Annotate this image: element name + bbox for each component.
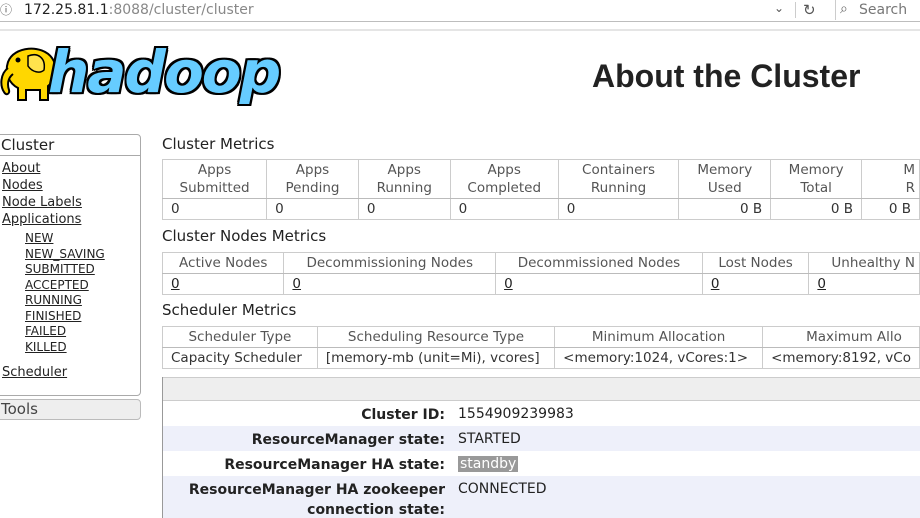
column-header[interactable]: Apps Submitted: [161, 159, 268, 199]
metric-value: 0: [701, 273, 810, 295]
sidebar-item-app-failed[interactable]: FAILED: [25, 324, 140, 340]
browser-toolbar: ⓘ 172.25.81.1:8088/cluster/cluster ⌄ ↻ ⌕…: [0, 0, 920, 22]
lost-nodes-link[interactable]: 0: [711, 276, 720, 292]
ha-state-highlight: standby: [458, 456, 519, 472]
cluster-info-panel: Cluster ID: 1554909239983 ResourceManage…: [162, 377, 920, 518]
metric-value: 0: [161, 273, 285, 295]
info-key: Cluster ID:: [361, 407, 445, 423]
info-key: ResourceManager HA state:: [224, 457, 445, 473]
sidebar-item-app-killed[interactable]: KILLED: [25, 340, 140, 356]
scheduler-metrics-table: Scheduler Type Scheduling Resource Type …: [162, 326, 920, 369]
column-header[interactable]: Lost Nodes: [701, 252, 810, 274]
table-header-row: Active Nodes Decommissioning Nodes Decom…: [161, 252, 920, 274]
sidebar-item-app-new-saving[interactable]: NEW_SAVING: [25, 247, 140, 263]
info-value: CONNECTED: [458, 481, 547, 497]
info-key: ResourceManager HA zookeeper connection …: [188, 482, 445, 518]
chevron-down-icon[interactable]: ⌄: [774, 1, 788, 19]
info-value: STARTED: [458, 431, 521, 447]
column-header[interactable]: Apps Pending: [266, 159, 359, 199]
column-header[interactable]: Decommissioned Nodes: [495, 252, 703, 274]
sidebar-item-app-running[interactable]: RUNNING: [25, 293, 140, 309]
column-header[interactable]: Minimum Allocation: [554, 326, 764, 348]
column-header[interactable]: Memory Used: [678, 159, 772, 199]
sidebar-item-applications[interactable]: Applications: [2, 211, 140, 228]
info-panel-header: [163, 377, 920, 401]
sidebar-item-node-labels[interactable]: Node Labels: [2, 194, 140, 211]
search-box[interactable]: ⌕ Search: [835, 0, 920, 20]
reload-icon[interactable]: ↻: [803, 1, 816, 19]
info-value: 1554909239983: [458, 406, 574, 422]
active-nodes-link[interactable]: 0: [171, 276, 180, 292]
header-divider: [0, 29, 920, 31]
decommissioned-nodes-link[interactable]: 0: [504, 276, 513, 292]
table-header-row: Scheduler Type Scheduling Resource Type …: [162, 326, 920, 348]
decommissioning-nodes-link[interactable]: 0: [292, 276, 301, 292]
info-value: standby: [458, 451, 519, 476]
logo-wordmark: hadoop: [48, 38, 281, 106]
page-title: About the Cluster: [592, 58, 861, 94]
column-header[interactable]: Maximum Allo: [762, 326, 920, 348]
column-header[interactable]: Scheduler Type: [162, 326, 318, 348]
column-header[interactable]: Apps Running: [357, 159, 451, 199]
unhealthy-nodes-link[interactable]: 0: [817, 276, 826, 292]
sidebar-item-app-finished[interactable]: FINISHED: [25, 309, 140, 325]
table-header-row: Apps Submitted Apps Pending Apps Running Ap…: [161, 159, 920, 199]
sidebar-item-app-submitted[interactable]: SUBMITTED: [25, 262, 140, 278]
sidebar-item-app-new[interactable]: NEW: [25, 231, 140, 247]
column-header[interactable]: Active Nodes: [161, 252, 285, 274]
cluster-metrics-title: Cluster Metrics: [162, 135, 275, 153]
table-row: 0 0 0 0 0: [161, 273, 920, 295]
info-row-rm-ha-state: ResourceManager HA state: standby: [163, 451, 920, 476]
metric-value: 0: [495, 273, 703, 295]
metric-value: 0: [283, 273, 497, 295]
column-header[interactable]: Scheduling Resource Type: [316, 326, 556, 348]
sidebar-item-scheduler[interactable]: Scheduler: [2, 365, 67, 380]
metric-value: 0: [357, 198, 451, 220]
sidebar-heading-tools[interactable]: Tools: [0, 399, 141, 420]
metric-value: 0 B: [770, 198, 863, 220]
search-placeholder: Search: [859, 2, 908, 18]
metric-value: 0: [808, 273, 920, 295]
sidebar-item-about[interactable]: About: [2, 160, 140, 177]
divider: [795, 2, 796, 18]
metric-value: 0 B: [678, 198, 772, 220]
url-field[interactable]: 172.25.81.1:8088/cluster/cluster: [24, 2, 254, 18]
sidebar-item-nodes[interactable]: Nodes: [2, 177, 140, 194]
sidebar-item-app-accepted[interactable]: ACCEPTED: [25, 278, 140, 294]
metric-value: 0: [266, 198, 359, 220]
sidebar-cluster: Cluster About Nodes Node Labels Applicat…: [0, 134, 141, 396]
metric-value: 0: [449, 198, 559, 220]
cluster-nodes-metrics-table: Active Nodes Decommissioning Nodes Decom…: [161, 252, 920, 295]
metric-value: 0: [557, 198, 680, 220]
column-header[interactable]: Containers Running: [557, 159, 680, 199]
info-row-rm-zk-state: ResourceManager HA zookeeper connection …: [163, 476, 920, 518]
scheduler-metrics-title: Scheduler Metrics: [162, 301, 297, 319]
site-info-icon[interactable]: ⓘ: [0, 3, 12, 17]
url-host: 172.25.81.1: [24, 2, 109, 18]
info-row-cluster-id: Cluster ID: 1554909239983: [163, 401, 920, 426]
sidebar-heading-cluster[interactable]: Cluster: [0, 135, 140, 156]
column-header[interactable]: Decommissioning Nodes: [283, 252, 497, 274]
column-header[interactable]: Memory Total: [770, 159, 863, 199]
info-row-rm-state: ResourceManager state: STARTED: [163, 426, 920, 451]
column-header[interactable]: MR: [861, 159, 920, 199]
scheduling-resource-type: [memory-mb (unit=Mi), vcores]: [316, 347, 556, 369]
maximum-allocation: <memory:8192, vCo: [762, 347, 920, 369]
metric-value: 0: [161, 198, 268, 220]
table-row: Capacity Scheduler [memory-mb (unit=Mi),…: [162, 347, 920, 369]
cluster-metrics-table: Apps Submitted Apps Pending Apps Running Ap…: [161, 159, 920, 220]
info-key: ResourceManager state:: [251, 432, 445, 448]
hadoop-logo[interactable]: hadoop: [0, 38, 281, 110]
minimum-allocation: <memory:1024, vCores:1>: [554, 347, 764, 369]
scheduler-type: Capacity Scheduler: [162, 347, 318, 369]
metric-value: 0 B: [861, 198, 920, 220]
column-header[interactable]: Apps Completed: [449, 159, 559, 199]
url-path: :8088/cluster/cluster: [108, 2, 254, 18]
search-icon: ⌕: [840, 1, 848, 17]
column-header[interactable]: Unhealthy N: [808, 252, 920, 274]
cluster-nodes-metrics-title: Cluster Nodes Metrics: [162, 227, 327, 245]
table-row: 0 0 0 0 0 0 B 0 B 0 B: [161, 198, 920, 220]
